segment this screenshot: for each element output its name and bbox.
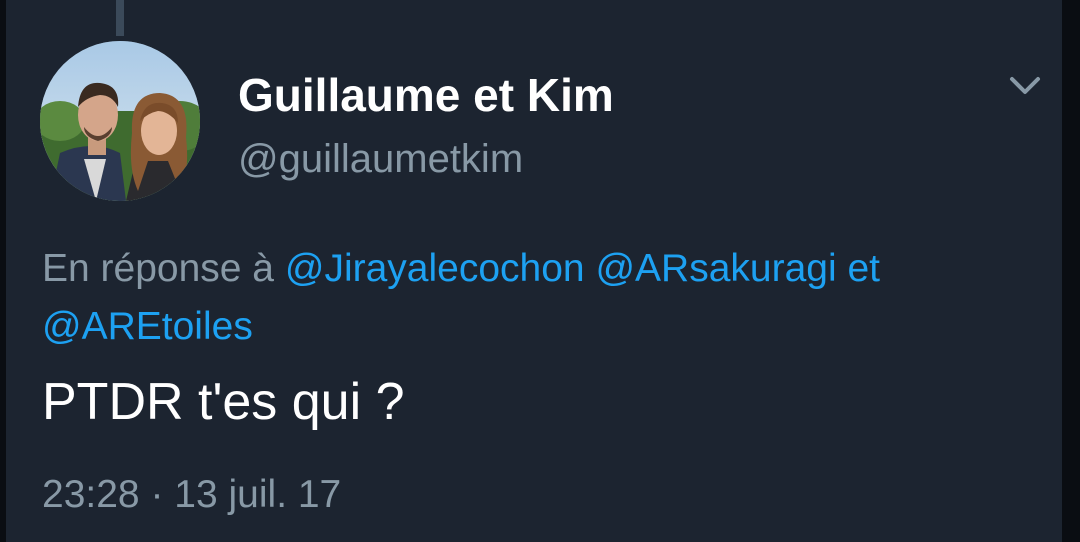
timestamp-separator: ·: [150, 473, 164, 516]
tweet-timestamp[interactable]: 23:28 · 13 juil. 17: [42, 473, 341, 517]
tweet-time: 23:28: [42, 473, 140, 516]
avatar[interactable]: [40, 41, 200, 201]
author-handle[interactable]: @guillaumetkim: [238, 137, 523, 182]
mention-link[interactable]: @Jirayalecochon: [285, 247, 585, 290]
right-frame-border: [1062, 0, 1080, 542]
mention-link[interactable]: @ARsakuragi: [595, 247, 836, 290]
mention-link[interactable]: @AREtoiles: [42, 305, 253, 348]
left-frame-border: [0, 0, 6, 542]
reply-prefix: En réponse à: [42, 247, 275, 290]
author-display-name[interactable]: Guillaume et Kim: [238, 68, 614, 122]
chevron-down-icon[interactable]: [1003, 66, 1047, 106]
tweet-text: PTDR t'es qui ?: [42, 373, 405, 431]
tweet-date: 13 juil. 17: [174, 473, 342, 516]
avatar-photo: [40, 41, 200, 201]
thread-connector-line: [116, 0, 124, 36]
reply-conjunction: et: [847, 247, 881, 290]
reply-context: En réponse à @Jirayalecochon @ARsakuragi…: [42, 240, 1002, 356]
